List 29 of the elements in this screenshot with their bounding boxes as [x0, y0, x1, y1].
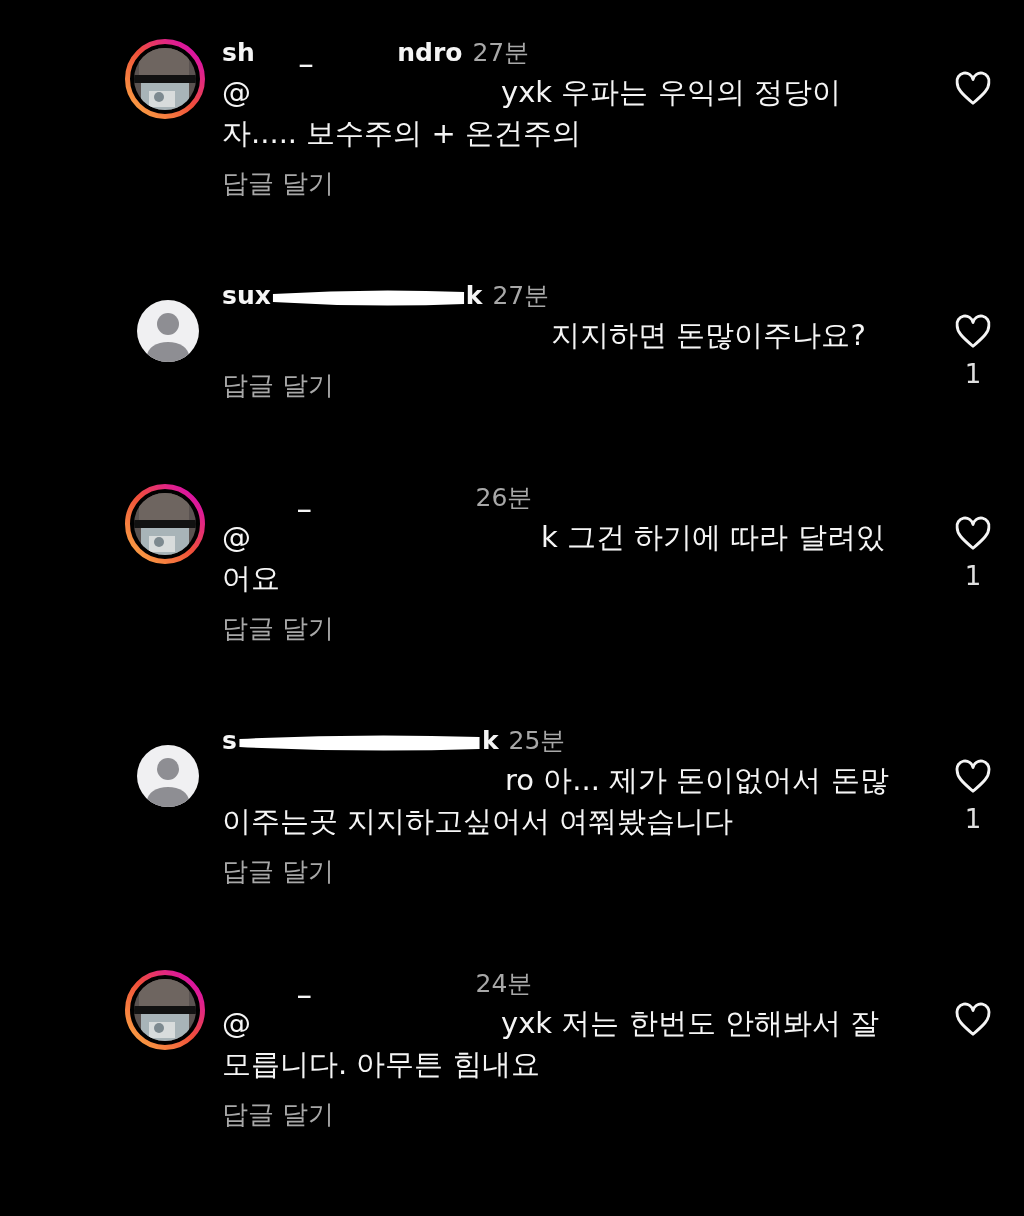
reply-link[interactable]: 답글 달기: [222, 854, 335, 889]
username[interactable]: _: [298, 969, 311, 998]
comment-text: 지지하면 돈많이주나요?: [550, 317, 867, 354]
reply-link[interactable]: 답글 달기: [222, 166, 335, 201]
username[interactable]: _: [299, 38, 313, 67]
username[interactable]: k: [465, 281, 483, 310]
comment-time: 26분: [475, 482, 533, 514]
comment-time: 25분: [508, 725, 566, 757]
username[interactable]: _: [298, 483, 311, 512]
like-count: 1: [964, 804, 982, 834]
username[interactable]: sux: [222, 281, 271, 310]
avatar-icon[interactable]: [137, 745, 199, 807]
comment-time: 27분: [472, 37, 530, 69]
comment-text: ro 아... 제가 돈이없어서 돈많이주는곳 지지하고싶어서 여쭤봤습니다: [222, 762, 890, 840]
comment-text: @ k 그건 하기에 따라 달려있어요: [222, 519, 886, 597]
like-count: 1: [964, 561, 982, 591]
comment-text: @ yxk 저는 한번도 안해봐서 잘 모릅니다. 아무튼 힘내요: [222, 1005, 880, 1083]
username[interactable]: ndro: [397, 38, 463, 67]
avatar-icon[interactable]: [137, 300, 199, 362]
reply-link[interactable]: 답글 달기: [222, 611, 335, 646]
comment-time: 24분: [475, 968, 533, 1000]
reply-link[interactable]: 답글 달기: [222, 368, 335, 403]
reply-link[interactable]: 답글 달기: [222, 1097, 335, 1132]
like-count: 1: [964, 359, 982, 389]
comment-text: @ yxk 우파는 우익의 정당이자..... 보수주의 + 온건주의: [222, 74, 842, 152]
username[interactable]: s: [222, 726, 237, 755]
comment-time: 27분: [492, 280, 550, 312]
username[interactable]: sh: [222, 38, 255, 67]
username[interactable]: k: [481, 726, 499, 755]
